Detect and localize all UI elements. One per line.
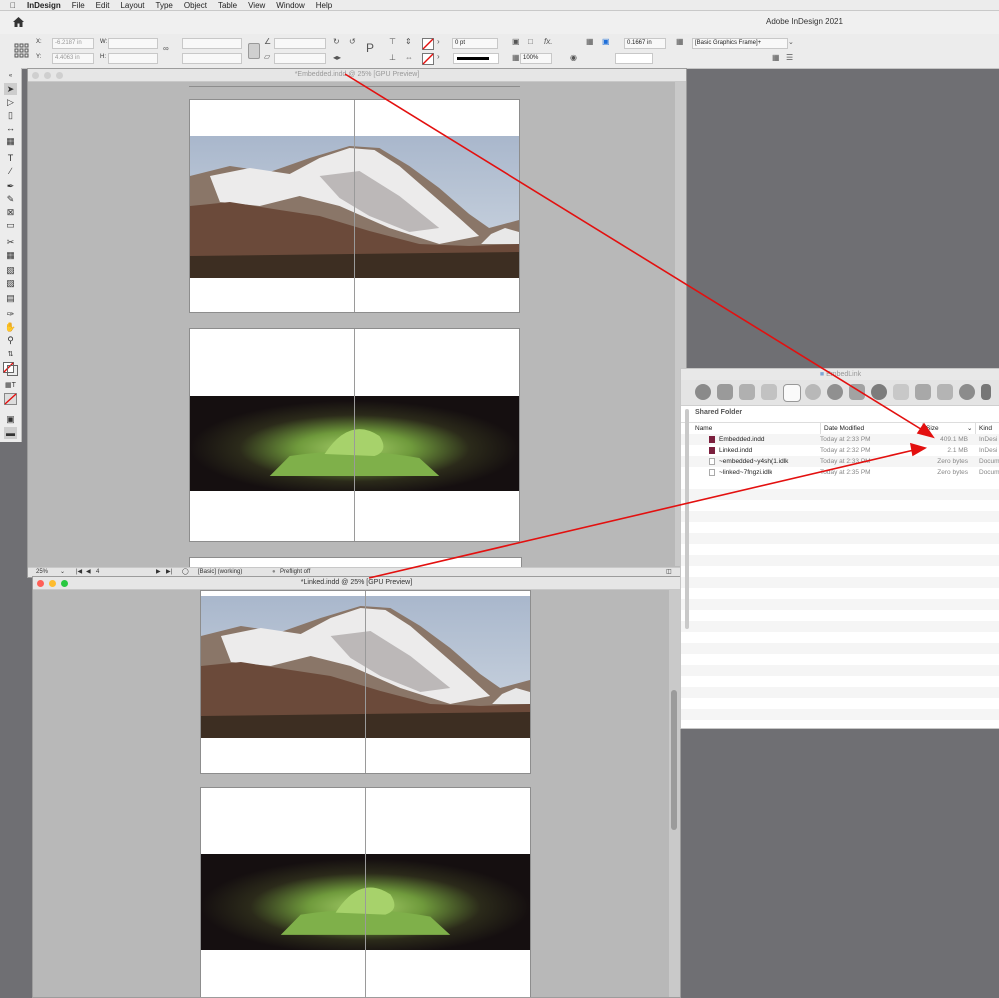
arrow-embedded-to-size [344,73,925,432]
arrowhead [909,442,928,457]
arrowhead [916,422,935,439]
arrow-linked-to-size [368,449,915,579]
annotation-arrows [344,73,935,579]
